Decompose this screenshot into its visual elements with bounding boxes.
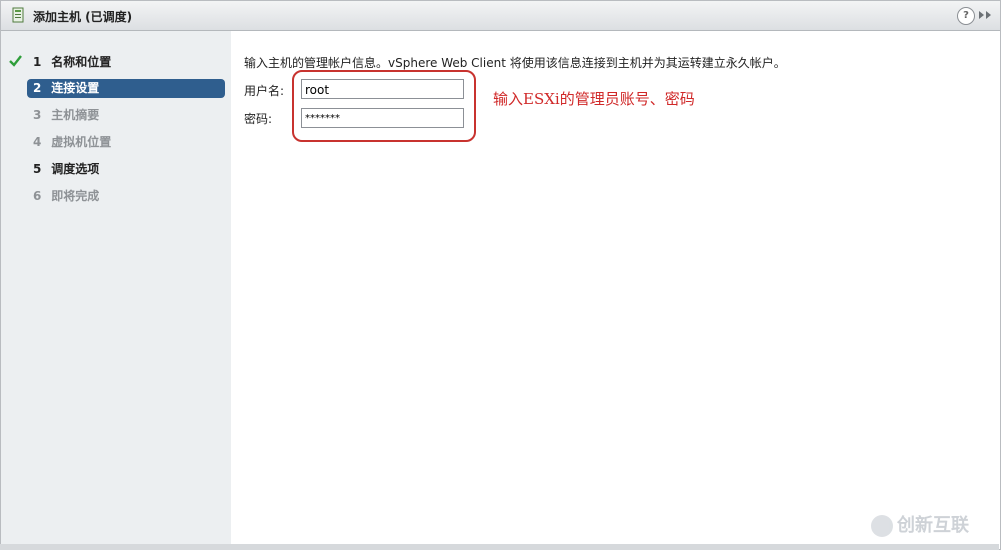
server-wizard-icon bbox=[12, 7, 24, 23]
check-icon bbox=[9, 55, 22, 67]
annotation-text: 输入ESXi的管理员账号、密码 bbox=[493, 90, 695, 108]
add-host-wizard: 添加主机 (已调度) ? 1 名称和位置 2 连接设置 3 主机摘要 4 虚拟机… bbox=[0, 0, 1001, 550]
username-field[interactable]: root bbox=[301, 79, 464, 99]
step-label: 连接设置 bbox=[51, 81, 100, 95]
step-scheduling-options[interactable]: 5 调度选项 bbox=[27, 160, 225, 179]
wizard-titlebar: 添加主机 (已调度) ? bbox=[1, 1, 1000, 31]
wizard-title: 添加主机 (已调度) bbox=[33, 10, 133, 24]
password-label: 密码: bbox=[244, 112, 273, 126]
step-connection-settings[interactable]: 2 连接设置 bbox=[27, 79, 225, 98]
step-vm-location[interactable]: 4 虚拟机位置 bbox=[27, 133, 225, 152]
step-label: 虚拟机位置 bbox=[51, 135, 112, 149]
bottom-bar bbox=[0, 544, 999, 550]
password-field[interactable]: ******* bbox=[301, 108, 464, 128]
step-label: 主机摘要 bbox=[51, 108, 100, 122]
wizard-content: 输入主机的管理帐户信息。vSphere Web Client 将使用该信息连接到… bbox=[231, 31, 1000, 545]
help-icon[interactable]: ? bbox=[957, 7, 975, 25]
wizard-steps: 1 名称和位置 2 连接设置 3 主机摘要 4 虚拟机位置 5 调度选项 6 即… bbox=[1, 31, 231, 545]
step-label: 名称和位置 bbox=[51, 55, 112, 69]
step-label: 调度选项 bbox=[51, 162, 100, 176]
step-label: 即将完成 bbox=[51, 189, 100, 203]
step-ready-to-complete[interactable]: 6 即将完成 bbox=[27, 187, 225, 206]
instruction-text: 输入主机的管理帐户信息。vSphere Web Client 将使用该信息连接到… bbox=[244, 56, 786, 70]
watermark: 创新互联 bbox=[871, 511, 969, 537]
step-name-location[interactable]: 1 名称和位置 bbox=[27, 53, 225, 72]
expand-icon[interactable] bbox=[978, 10, 992, 20]
step-host-summary[interactable]: 3 主机摘要 bbox=[27, 106, 225, 125]
username-label: 用户名: bbox=[244, 84, 285, 98]
watermark-logo-icon bbox=[871, 515, 893, 537]
